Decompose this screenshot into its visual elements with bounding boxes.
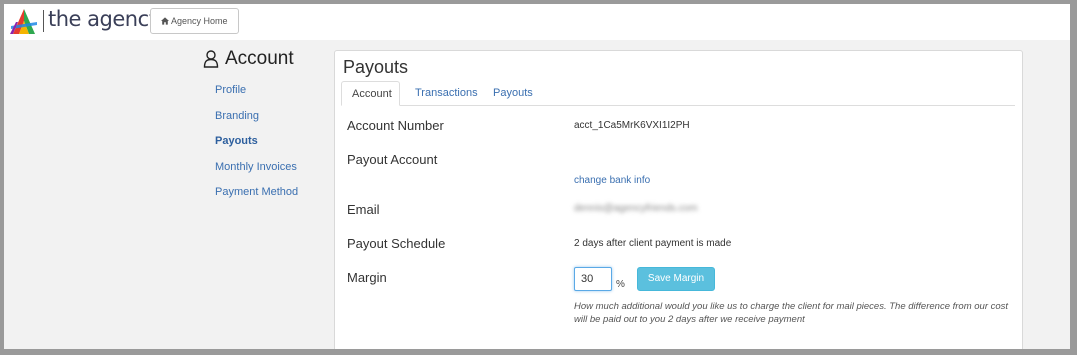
- tab-account[interactable]: Account: [341, 81, 400, 106]
- sidebar-item-monthly-invoices[interactable]: Monthly Invoices: [215, 157, 298, 183]
- sidebar-item-profile[interactable]: Profile: [215, 80, 298, 106]
- logo-divider: [43, 10, 44, 32]
- brand-name: the agency: [48, 7, 161, 31]
- tab-transactions[interactable]: Transactions: [405, 81, 488, 105]
- account-number-value: acct_1Ca5MrK6VXI1I2PH: [574, 120, 690, 131]
- sidebar-item-payouts[interactable]: Payouts: [215, 131, 298, 157]
- payout-schedule-value: 2 days after client payment is made: [574, 238, 732, 249]
- user-icon: [203, 50, 219, 68]
- sidebar-item-payment-method[interactable]: Payment Method: [215, 182, 298, 208]
- email-label: Email: [347, 202, 380, 217]
- account-number-label: Account Number: [347, 118, 444, 133]
- save-margin-button[interactable]: Save Margin: [637, 267, 715, 291]
- page-title: Payouts: [343, 57, 409, 77]
- agency-home-label: Agency Home: [171, 16, 228, 26]
- email-value: dennis@agencyfriends.com: [574, 203, 698, 214]
- margin-help-text: How much additional would you like us to…: [574, 301, 1009, 325]
- sidebar-item-branding[interactable]: Branding: [215, 106, 298, 132]
- agency-logo: [10, 9, 37, 34]
- app-window: the agency Agency Home Account Profile B…: [4, 4, 1070, 349]
- payouts-panel: Payouts Account Transactions Payouts Acc…: [334, 50, 1023, 349]
- top-navbar: the agency Agency Home: [4, 4, 1070, 40]
- change-bank-info-link[interactable]: change bank info: [574, 175, 650, 186]
- account-heading: Account: [203, 48, 294, 70]
- payout-account-label: Payout Account: [347, 152, 438, 167]
- home-icon: [161, 17, 169, 25]
- margin-percent-unit: %: [616, 279, 625, 290]
- account-sidebar: Profile Branding Payouts Monthly Invoice…: [215, 80, 298, 208]
- account-title: Account: [225, 48, 294, 69]
- payout-schedule-label: Payout Schedule: [347, 236, 446, 251]
- tab-payouts[interactable]: Payouts: [483, 81, 543, 105]
- margin-label: Margin: [347, 270, 387, 285]
- agency-home-button[interactable]: Agency Home: [150, 8, 239, 34]
- margin-input[interactable]: [574, 267, 612, 291]
- payouts-tabs: Account Transactions Payouts: [341, 81, 1015, 106]
